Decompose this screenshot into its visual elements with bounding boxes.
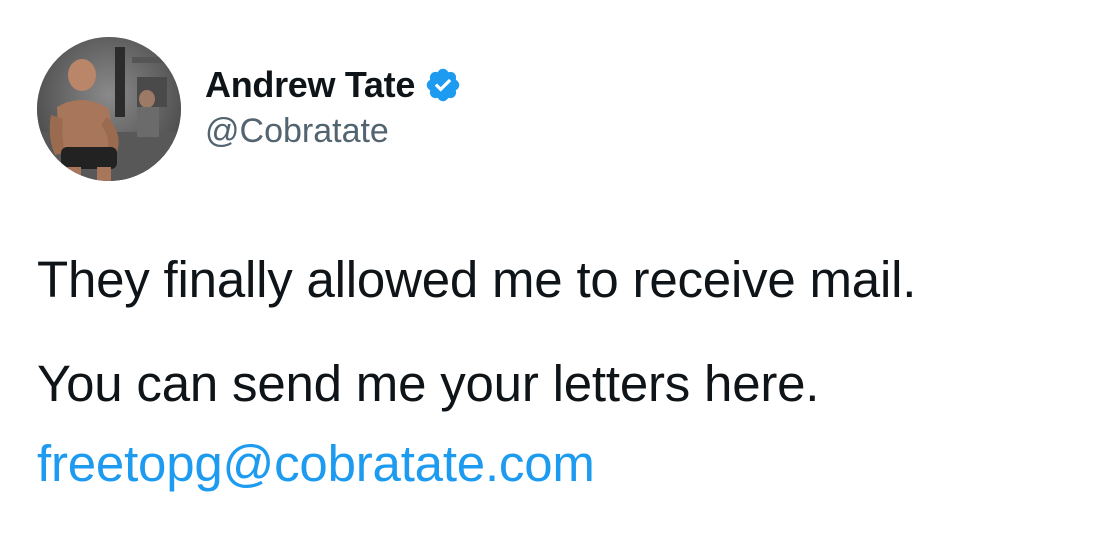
author-name-row: Andrew Tate bbox=[205, 62, 462, 108]
user-handle[interactable]: @Cobratate bbox=[205, 112, 389, 151]
avatar-photo-icon bbox=[37, 37, 181, 181]
avatar[interactable] bbox=[37, 37, 181, 181]
email-link[interactable]: freetopg@cobratate.com bbox=[37, 434, 595, 493]
verified-badge-icon bbox=[424, 66, 462, 104]
tweet-text-line-2: You can send me your letters here. bbox=[37, 355, 820, 412]
tweet-text-line-1: They finally allowed me to receive mail. bbox=[37, 251, 917, 308]
tweet-card: Andrew Tate @Cobratate They finally allo… bbox=[0, 0, 1109, 549]
display-name[interactable]: Andrew Tate bbox=[205, 64, 415, 106]
